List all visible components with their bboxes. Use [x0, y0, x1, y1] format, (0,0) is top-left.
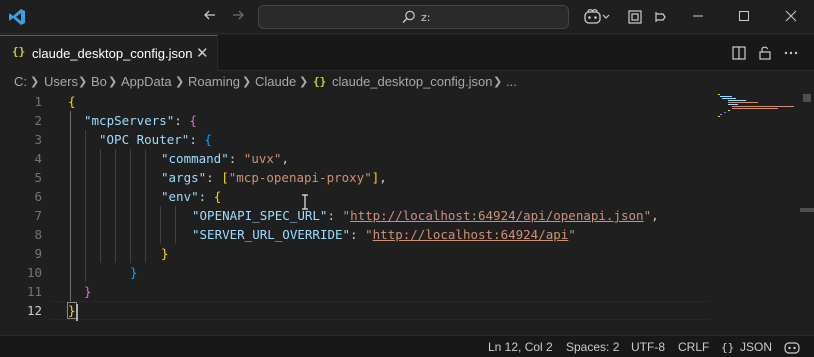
scrollbar-thumb[interactable] [803, 94, 811, 102]
tab-bar: {} claude_desktop_config.json ✕ [0, 35, 814, 71]
code-line: } [130, 265, 138, 280]
tab-claude-desktop-config[interactable]: {} claude_desktop_config.json ✕ [0, 35, 218, 71]
line-number: 10 [26, 265, 42, 280]
status-cursor-position[interactable]: Ln 12, Col 2 [488, 340, 553, 354]
status-indentation[interactable]: Spaces: 2 [566, 340, 619, 354]
tab-label: claude_desktop_config.json [32, 46, 193, 61]
maximize-icon [739, 11, 749, 21]
code-line: { [68, 94, 76, 109]
breadcrumb-file[interactable]: claude_desktop_config.json [332, 74, 492, 89]
ibeam-cursor-icon [302, 194, 308, 210]
chevron-right-icon: ❯ [299, 76, 309, 88]
minimize-button[interactable] [675, 0, 721, 34]
copilot-icon [584, 9, 610, 24]
line-number: 3 [34, 132, 42, 147]
vertical-scrollbar[interactable] [800, 92, 814, 333]
indent-guide [70, 111, 71, 301]
command-center-text: z: [421, 11, 431, 24]
chevron-right-icon: ❯ [493, 76, 503, 88]
breadcrumb-item[interactable]: AppData [121, 74, 172, 89]
vscode-logo-icon[interactable] [8, 8, 26, 26]
maximize-button[interactable] [721, 0, 767, 34]
layout-icon[interactable] [626, 8, 644, 26]
status-bar: Ln 12, Col 2 Spaces: 2 UTF-8 CRLF {} JSO… [0, 335, 814, 357]
line-number: 5 [34, 170, 42, 185]
line-number: 2 [34, 113, 42, 128]
json-file-icon: {} [12, 45, 26, 58]
indent-guide [130, 149, 131, 263]
code-line: "command": "uvx", [161, 151, 289, 166]
indent-guide [175, 206, 176, 244]
lock-icon[interactable] [756, 44, 774, 62]
pin-icon[interactable] [652, 8, 670, 26]
code-line: "env": { [161, 189, 222, 204]
copilot-status-icon[interactable] [784, 339, 800, 355]
search-icon [402, 10, 415, 23]
breadcrumb-item[interactable]: Users [44, 74, 78, 89]
line-number: 9 [34, 246, 42, 261]
minimize-icon [693, 15, 703, 17]
line-number: 8 [34, 227, 42, 242]
chevron-right-icon: ❯ [175, 76, 185, 88]
arrow-left-icon[interactable] [200, 7, 220, 27]
code-line: } [84, 284, 92, 299]
split-editor-icon[interactable] [730, 44, 748, 62]
code-line: "args": ["mcp-openapi-proxy"], [161, 170, 387, 185]
link-server-url[interactable]: http://localhost:64924/api [373, 227, 569, 242]
json-language-icon: {} [721, 341, 735, 354]
command-center-search[interactable]: z: [258, 5, 569, 29]
indent-guide [160, 206, 161, 244]
chevron-right-icon: ❯ [108, 76, 118, 88]
json-file-icon: {} [313, 75, 327, 88]
breadcrumb-more[interactable]: ... [506, 74, 517, 89]
chevron-right-icon: ❯ [78, 76, 88, 88]
line-number: 7 [34, 208, 42, 223]
indent-guide [115, 149, 116, 263]
indent-guide [100, 149, 101, 263]
breadcrumb: C: ❯ Users ❯ Bo ❯ AppData ❯ Roaming ❯ Cl… [0, 72, 814, 92]
minimap[interactable] [716, 92, 798, 132]
line-number: 11 [26, 284, 42, 299]
status-language-mode[interactable]: JSON [740, 340, 772, 354]
chevron-right-icon: ❯ [30, 76, 40, 88]
current-line-highlight [50, 301, 710, 320]
indent-guide [145, 149, 146, 263]
code-line: "SERVER_URL_OVERRIDE": "http://localhost… [192, 227, 576, 242]
code-editor[interactable]: 1 2 3 4 5 6 7 8 9 10 11 12 { "mcpServers… [0, 92, 814, 333]
breadcrumb-item[interactable]: Bo [91, 74, 107, 89]
indent-guide [85, 130, 86, 282]
chevron-right-icon: ❯ [242, 76, 252, 88]
breadcrumb-item[interactable]: Roaming [188, 74, 240, 89]
status-eol[interactable]: CRLF [678, 340, 709, 354]
line-number: 1 [34, 94, 42, 109]
link-openapi-url[interactable]: http://localhost:64924/api/openapi.json [350, 208, 644, 223]
breadcrumb-item[interactable]: Claude [255, 74, 296, 89]
close-window-button[interactable] [768, 0, 814, 34]
code-line: "OPC Router": { [99, 132, 212, 147]
overview-ruler-mark [800, 208, 814, 212]
code-line: } [161, 246, 169, 261]
title-bar: z: [0, 0, 814, 34]
tab-close-icon[interactable]: ✕ [196, 44, 209, 62]
line-number: 4 [34, 151, 42, 166]
chevron-down-icon [602, 14, 610, 19]
arrow-right-icon[interactable] [228, 7, 248, 27]
code-line: "OPENAPI_SPEC_URL": "http://localhost:64… [192, 208, 659, 223]
line-number: 6 [34, 189, 42, 204]
copilot-button[interactable] [584, 8, 612, 26]
text-cursor [76, 304, 78, 321]
code-line: } [67, 302, 77, 319]
code-line: "mcpServers": { [84, 113, 197, 128]
close-icon [785, 10, 797, 22]
status-encoding[interactable]: UTF-8 [631, 340, 665, 354]
line-number-active: 12 [26, 303, 42, 318]
breadcrumb-item[interactable]: C: [14, 74, 27, 89]
more-actions-icon[interactable] [782, 44, 800, 62]
